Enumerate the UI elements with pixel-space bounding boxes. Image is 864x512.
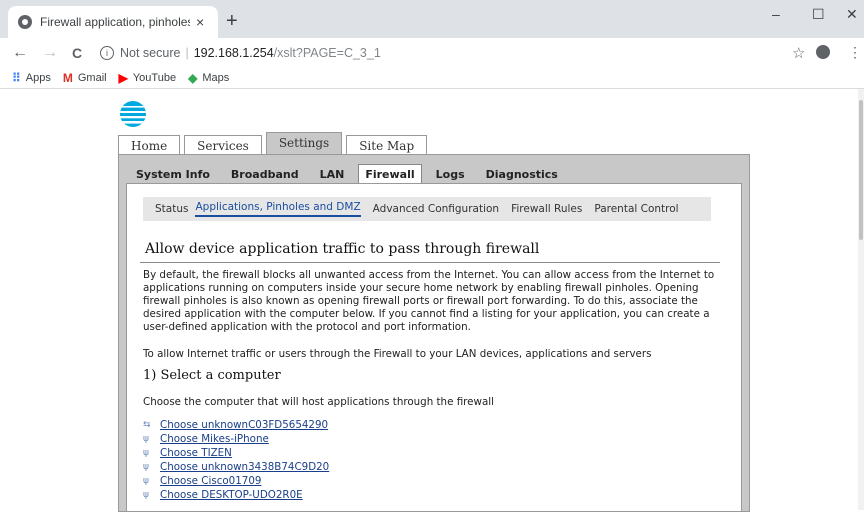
subtab-firewall[interactable]: Firewall	[358, 164, 422, 184]
browser-tab[interactable]: Firewall application, pinholes and ×	[8, 6, 218, 38]
wifi-device-icon: ψ	[143, 434, 149, 444]
list-item: ψ Choose Cisco01709	[143, 474, 329, 488]
bookmark-gmail[interactable]: M Gmail	[63, 71, 107, 85]
youtube-icon: ▶	[118, 71, 128, 85]
choose-device-link[interactable]: Choose unknownC03FD5654290	[160, 419, 328, 431]
scrollbar-thumb[interactable]	[859, 100, 863, 240]
wifi-device-icon: ψ	[143, 476, 149, 486]
bookmark-label: Maps	[202, 72, 230, 84]
not-secure-label: Not secure	[120, 46, 181, 60]
list-item: ψ Choose DESKTOP-UDO2R0E	[143, 488, 329, 502]
bookmark-apps[interactable]: ⠿ Apps	[12, 71, 51, 85]
device-list: ⇆ Choose unknownC03FD5654290 ψ Choose Mikes…	[143, 418, 329, 502]
subnav-applications-pinholes-and-dmz[interactable]: Applications, Pinholes and DMZ	[195, 201, 361, 217]
list-item: ψ Choose TIZEN	[143, 446, 329, 460]
section-description: Choose the computer that will host appli…	[143, 396, 494, 408]
url-field[interactable]: i Not secure | 192.168.1.254 /xslt?PAGE=…	[100, 42, 780, 64]
section-title: 1) Select a computer	[143, 368, 281, 383]
profile-icon[interactable]	[816, 45, 830, 59]
browser-tab-strip: Firewall application, pinholes and × + –…	[0, 0, 864, 38]
wired-device-icon: ⇆	[143, 420, 151, 430]
forward-button[interactable]: →	[42, 44, 58, 62]
wifi-device-icon: ψ	[143, 448, 149, 458]
firewall-subnav: Status Applications, Pinholes and DMZ Adva…	[143, 197, 711, 221]
wifi-device-icon: ψ	[143, 462, 149, 472]
globe-icon	[18, 15, 32, 29]
bookmarks-bar: ⠿ Apps M Gmail ▶ YouTube ◆ Maps	[0, 68, 864, 89]
wifi-device-icon: ψ	[143, 490, 149, 500]
subtab-broadband[interactable]: Broadband	[231, 165, 299, 184]
choose-device-link[interactable]: Choose TIZEN	[160, 447, 232, 459]
subnav-status[interactable]: Status	[155, 203, 188, 215]
maximize-button[interactable]: ☐	[812, 6, 825, 23]
subtab-diagnostics[interactable]: Diagnostics	[486, 165, 558, 184]
list-item: ψ Choose unknown3438B74C9D20	[143, 460, 329, 474]
traffic-description: To allow Internet traffic or users throu…	[143, 348, 652, 360]
list-item: ψ Choose Mikes-iPhone	[143, 432, 329, 446]
bookmark-maps[interactable]: ◆ Maps	[188, 71, 229, 85]
choose-device-link[interactable]: Choose unknown3438B74C9D20	[160, 461, 329, 473]
back-button[interactable]: ←	[12, 44, 28, 62]
subnav-advanced-configuration[interactable]: Advanced Configuration	[373, 203, 499, 215]
new-tab-button[interactable]: +	[226, 10, 238, 33]
bookmark-youtube[interactable]: ▶ YouTube	[119, 71, 176, 85]
apps-icon: ⠿	[12, 71, 21, 85]
maps-icon: ◆	[188, 71, 198, 85]
page-title: Allow device application traffic to pass…	[145, 241, 540, 257]
subtab-lan[interactable]: LAN	[320, 165, 345, 184]
gmail-icon: M	[62, 71, 73, 85]
subnav-firewall-rules[interactable]: Firewall Rules	[511, 203, 582, 215]
url-separator: |	[185, 46, 189, 60]
url-host: 192.168.1.254	[193, 46, 274, 60]
choose-device-link[interactable]: Choose Cisco01709	[160, 475, 261, 487]
window-close-button[interactable]: ✕	[846, 6, 858, 23]
star-icon[interactable]: ☆	[792, 44, 805, 62]
minimize-button[interactable]: –	[772, 6, 780, 22]
att-globe-logo	[120, 101, 146, 127]
subtab-logs[interactable]: Logs	[436, 165, 465, 184]
menu-icon[interactable]: ⋮	[848, 44, 862, 61]
choose-device-link[interactable]: Choose Mikes-iPhone	[160, 433, 269, 445]
tab-title: Firewall application, pinholes and	[40, 15, 190, 29]
reload-button[interactable]: C	[72, 45, 82, 61]
bookmark-label: Apps	[25, 72, 51, 84]
settings-subnav: System Info Broadband LAN Firewall Logs Diagn…	[136, 164, 579, 184]
intro-paragraph: By default, the firewall blocks all unwa…	[143, 269, 715, 333]
list-item: ⇆ Choose unknownC03FD5654290	[143, 418, 329, 432]
bookmark-label: Gmail	[77, 72, 107, 84]
choose-device-link[interactable]: Choose DESKTOP-UDO2R0E	[160, 489, 303, 501]
subtab-system-info[interactable]: System Info	[136, 165, 210, 184]
bookmark-label: YouTube	[132, 72, 177, 84]
url-path: /xslt?PAGE=C_3_1	[273, 46, 381, 60]
info-icon[interactable]: i	[100, 46, 114, 60]
subnav-parental-control[interactable]: Parental Control	[594, 203, 678, 215]
title-divider	[140, 262, 720, 263]
tab-close-icon[interactable]: ×	[196, 14, 204, 30]
